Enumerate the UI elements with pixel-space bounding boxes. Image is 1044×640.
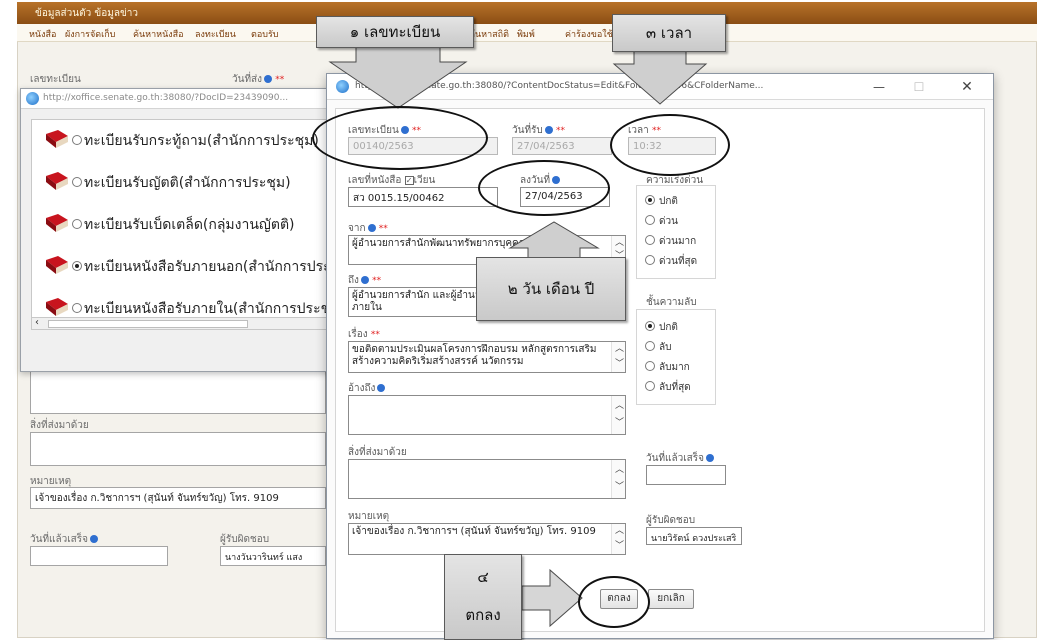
resp-label: ผู้รับผิดชอบ [646,515,696,526]
scroll-left-icon[interactable]: ‹ [35,317,39,328]
menu-item[interactable]: ผังการจัดเก็บ [65,27,115,41]
maximize-icon[interactable]: ☐ [905,78,933,96]
register-select-popup: http://xoffice.senate.go.th:38080/?DocID… [20,88,350,372]
app-header-bar: ข้อมูลส่วนตัว ข้อมูลข่าว [17,2,1037,24]
callout-date: ๒ วัน เดือน ปี [476,257,626,321]
browser-icon [336,80,349,93]
dialog-url: http://xoffice.senate.go.th:38080/?Conte… [355,81,764,91]
menu-item[interactable]: ค่าร้องขอใช้ [565,27,613,41]
register-option[interactable]: ทะเบียนรับญัตติ(สำนักการประชุม) [32,166,346,200]
register-option[interactable]: ทะเบียนรับกระทู้ถาม(สำนักการประชุม) [32,124,346,158]
callout-ok: ๔ ตกลง [444,554,522,640]
bg-subject-box[interactable] [30,370,326,414]
secrecy-option[interactable]: ลับมาก [645,360,690,375]
callout-reg-no: ๑ เลขทะเบียน [316,16,474,48]
book-icon [46,256,68,274]
bg-attach-label: สิ่งที่ส่งมาด้วย [30,420,89,431]
bg-date-label: วันที่ส่ง ** [232,74,285,85]
urgency-option[interactable]: ด่วน [645,214,678,229]
bg-resp-label: ผู้รับผิดชอบ [220,534,270,545]
menu-item[interactable]: ตอบรับ [251,27,279,41]
ref-label: อ้างถึง [348,381,386,396]
urgency-option[interactable]: ปกติ [645,194,678,209]
attach-textarea[interactable]: ︿ ﹀ [348,459,626,499]
subject-label: เรื่อง ** [348,329,380,340]
secrecy-option[interactable]: ลับที่สุด [645,380,691,395]
menu-item[interactable]: ค้นหาหนังสือ [133,27,184,41]
secrecy-label: ชั้นความลับ [646,297,697,308]
highlight-ellipse-date [478,160,610,216]
bg-reg-label: เลขทะเบียน [30,74,81,85]
highlight-ellipse-ok [578,576,650,628]
done-date-field[interactable] [646,465,726,485]
close-icon[interactable]: ✕ [953,78,981,96]
urgency-option[interactable]: ด่วนที่สุด [645,254,697,269]
popup-title-bar: http://xoffice.senate.go.th:38080/?DocID… [21,89,349,109]
book-no-field[interactable]: สว 0015.15/00462 [348,187,498,207]
cancel-button[interactable]: ยกเลิก [648,589,694,609]
popup-url: http://xoffice.senate.go.th:38080/?DocID… [43,93,289,103]
urgency-group: ปกติ ด่วน ด่วนมาก ด่วนที่สุด [636,185,716,279]
register-option[interactable]: ทะเบียนรับเบ็ดเตล็ด(กลุ่มงานญัตติ) [32,208,346,242]
bg-done-label: วันที่แล้วเสร็จ [30,532,98,547]
dialog-title-bar: http://xoffice.senate.go.th:38080/?Conte… [327,74,993,100]
book-icon [46,214,68,232]
book-icon [46,130,68,148]
ref-textarea[interactable]: ︿ ﹀ [348,395,626,435]
to-label: ถึง ** [348,275,382,286]
book-icon [46,172,68,190]
done-label: วันที่แล้วเสร็จ [646,451,714,466]
dialog-form: เลขทะเบียน ** 00140/2563 วันที่รับ ** 27… [335,108,985,632]
from-label: จาก ** [348,223,388,234]
callout-ok-text: ตกลง [465,606,501,624]
secrecy-option[interactable]: ปกติ [645,320,678,335]
secrecy-group: ปกติ ลับ ลับมาก ลับที่สุด [636,309,716,405]
recv-date-field[interactable]: 27/04/2563 [512,137,612,155]
scroll-thumb[interactable] [48,320,248,328]
note-textarea[interactable]: เจ้าของเรื่อง ก.วิชาการฯ (สุนันท์ จันทร์… [348,523,626,555]
register-list: ทะเบียนรับกระทู้ถาม(สำนักการประชุม) ทะเบ… [31,119,347,329]
menu-item[interactable]: ค้นหาสถิติ [469,27,509,41]
urgency-option[interactable]: ด่วนมาก [645,234,696,249]
callout-time: ๓ เวลา [612,14,726,52]
menu-item[interactable]: ลงทะเบียน [195,27,236,41]
bg-attach-box[interactable] [30,432,326,466]
bg-resp-field[interactable]: นางวันวารินทร์ แสง [220,546,326,566]
register-radio[interactable] [72,135,82,145]
highlight-ellipse-time [610,114,730,176]
app-menu-bar: หนังสือ ผังการจัดเก็บ ค้นหาหนังสือ ลงทะเ… [17,24,1037,42]
resp-field[interactable]: นายวิรัตน์ ดวงประเสริ [646,527,742,545]
note-label: หมายเหตุ [348,511,390,522]
register-radio[interactable] [72,219,82,229]
register-radio[interactable] [72,177,82,187]
bg-note-field[interactable]: เจ้าของเรื่อง ก.วิชาการฯ (สุนันท์ จันทร์… [30,487,326,509]
circular-checkbox[interactable]: ✓ [404,175,414,185]
minimize-icon[interactable]: — [865,78,893,96]
browser-icon [26,92,39,105]
app-brand: ข้อมูลส่วนตัว ข้อมูลข่าว [35,8,139,19]
book-no-label: เลขที่หนังสือ ✓เวียน [348,175,436,186]
horizontal-scrollbar[interactable]: ‹ [31,317,347,330]
callout-ok-number: ๔ [477,568,489,586]
menu-item[interactable]: พิมพ์ [517,27,535,41]
attach-label: สิ่งที่ส่งมาด้วย [348,447,407,458]
register-radio[interactable] [72,303,82,313]
secrecy-option[interactable]: ลับ [645,340,671,355]
register-radio-selected[interactable] [72,261,82,271]
bg-done-field[interactable] [30,546,168,566]
book-icon [46,298,68,316]
recv-date-label: วันที่รับ ** [512,125,565,136]
subject-textarea[interactable]: ขอติดตามประเมินผลโครงการฝึกอบรม หลักสูตร… [348,341,626,373]
register-option[interactable]: ทะเบียนหนังสือรับภายนอก(สำนักการประชุม) [32,250,346,284]
highlight-ellipse-reg-no [312,106,488,170]
menu-item[interactable]: หนังสือ [29,27,56,41]
